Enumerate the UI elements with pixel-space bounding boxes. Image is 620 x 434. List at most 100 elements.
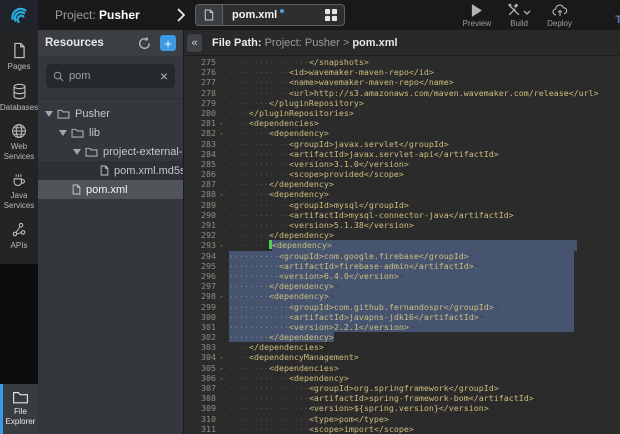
top-bar: Project: Pusher pom.xml PreviewBuildDepl… bbox=[0, 0, 620, 30]
code-line[interactable]: 286············<scope>provided</scope> bbox=[184, 169, 620, 179]
sidebar-item-pages[interactable]: Pages bbox=[0, 42, 38, 72]
tree-item-pom-xml-md5sum[interactable]: pom.xml.md5sum bbox=[38, 161, 183, 180]
tree-item-label: lib bbox=[89, 127, 100, 139]
fold-marker[interactable]: - bbox=[216, 352, 229, 362]
code-line[interactable]: 304-····<dependencyManagement> bbox=[184, 352, 620, 362]
code-line[interactable]: 300············<artifactId>javapns-jdk16… bbox=[184, 312, 620, 322]
sidebar-item-java-services[interactable]: Java Services bbox=[0, 172, 38, 210]
file-icon bbox=[72, 184, 81, 195]
code-line[interactable]: 298-········<dependency>¬ bbox=[184, 291, 620, 301]
file-path-label: File Path: bbox=[212, 37, 262, 49]
clear-search-icon[interactable]: × bbox=[160, 69, 168, 83]
code-line[interactable]: 303····</dependencies> bbox=[184, 342, 620, 352]
code-line[interactable]: 287········</dependency> bbox=[184, 179, 620, 189]
preview-button[interactable]: Preview bbox=[463, 3, 491, 28]
code-line[interactable]: 280····</pluginRepositories> bbox=[184, 108, 620, 118]
code-line[interactable]: 294··········<groupId>com.google.firebas… bbox=[184, 251, 620, 261]
code-line[interactable]: 283············<groupId>javax.servlet</g… bbox=[184, 139, 620, 149]
code-line[interactable]: 308················<artifactId>spring-fr… bbox=[184, 393, 620, 403]
code-line[interactable]: 297········</dependency>¬ bbox=[184, 281, 620, 291]
code-line[interactable]: 279········</pluginRepository> bbox=[184, 98, 620, 108]
fold-marker[interactable]: - bbox=[216, 373, 229, 383]
code-line[interactable]: 277············<name>wavemaker-maven-rep… bbox=[184, 77, 620, 87]
code-line[interactable]: 311················<scope>import</scope> bbox=[184, 424, 620, 434]
code-line[interactable]: 310················<type>pom</type> bbox=[184, 414, 620, 424]
tree-item-pusher[interactable]: Pusher bbox=[38, 104, 183, 123]
code-line[interactable]: 289············<groupId>mysql</groupId> bbox=[184, 200, 620, 210]
deploy-button[interactable]: Deploy bbox=[547, 3, 572, 28]
caret-down-icon[interactable] bbox=[59, 130, 67, 136]
code-line[interactable]: 281-····<dependencies> bbox=[184, 118, 620, 128]
code-line[interactable]: 306-············<dependency> bbox=[184, 373, 620, 383]
code-text: <dependency> bbox=[269, 291, 329, 301]
code-line[interactable]: 299············<groupId>com.github.ferna… bbox=[184, 302, 620, 312]
sidebar-item-web-services[interactable]: Web Services bbox=[0, 123, 38, 161]
code-line[interactable]: 307················<groupId>org.springfr… bbox=[184, 383, 620, 393]
indent-whitespace: ············ bbox=[229, 210, 289, 220]
tree-item-pom-xml[interactable]: pom.xml bbox=[38, 180, 183, 199]
truncated-edge-label[interactable]: T bbox=[615, 14, 620, 26]
code-line[interactable]: 309················<version>${spring.ver… bbox=[184, 403, 620, 413]
code-text: <version>5.1.38</version> bbox=[289, 220, 414, 230]
fold-marker[interactable]: - bbox=[216, 189, 229, 199]
line-number: 310 bbox=[184, 414, 216, 424]
code-line[interactable]: 291············<version>5.1.38</version> bbox=[184, 220, 620, 230]
indent-whitespace: ············ bbox=[229, 77, 289, 87]
indent-whitespace: ········ bbox=[229, 332, 269, 342]
code-text: <type>pom</type> bbox=[309, 414, 389, 424]
sidebar-item-apis[interactable]: APIs bbox=[0, 222, 38, 251]
code-line[interactable]: 282-········<dependency> bbox=[184, 128, 620, 138]
wavemaker-logo[interactable] bbox=[0, 0, 38, 30]
code-line[interactable]: 290············<artifactId>mysql-connect… bbox=[184, 210, 620, 220]
tree-item-lib[interactable]: lib bbox=[38, 123, 183, 142]
line-number: 309 bbox=[184, 403, 216, 413]
code-line[interactable]: 296··········<version>6.4.0</version>¬ bbox=[184, 271, 620, 281]
code-line[interactable]: 301············<version>2.2.1</version>¬ bbox=[184, 322, 620, 332]
tree-item-label: Pusher bbox=[75, 108, 110, 120]
build-menu-chevron-down-icon[interactable] bbox=[523, 8, 531, 17]
code-text: </dependency> bbox=[269, 179, 334, 189]
code-line[interactable]: 293-········<dependency>¬ bbox=[184, 240, 620, 250]
caret-down-icon[interactable] bbox=[45, 111, 53, 117]
code-line[interactable]: 278············<url>http://s3.amazonaws.… bbox=[184, 88, 620, 98]
sidebar-item-databases[interactable]: Databases bbox=[0, 83, 38, 113]
grid-view-button[interactable] bbox=[325, 9, 337, 21]
line-number: 299 bbox=[184, 302, 216, 312]
line-number: 286 bbox=[184, 169, 216, 179]
build-button[interactable]: Build bbox=[507, 3, 531, 28]
code-line[interactable]: 276············<id>wavemaker-maven-repo<… bbox=[184, 67, 620, 77]
code-line[interactable]: 275················</snapshots> bbox=[184, 57, 620, 67]
tab-pom-xml[interactable]: pom.xml bbox=[195, 4, 345, 26]
code-line[interactable]: 305-········<dependencies> bbox=[184, 363, 620, 373]
code-line[interactable]: 295··········<artifactId>firebase-admin<… bbox=[184, 261, 620, 271]
code-line[interactable]: 285············<version>3.1.0</version> bbox=[184, 159, 620, 169]
fold-marker[interactable]: - bbox=[216, 118, 229, 128]
code-text: <artifactId>mysql-connector-java</artifa… bbox=[289, 210, 514, 220]
add-resource-button[interactable]: + bbox=[160, 35, 176, 51]
topbar-actions: Preview Build Deploy bbox=[463, 3, 572, 28]
code-line[interactable]: 292········</dependency> bbox=[184, 230, 620, 240]
fold-marker[interactable]: - bbox=[216, 363, 229, 373]
folder-icon bbox=[71, 128, 84, 138]
tree-item-project-external-depend[interactable]: project-external-depend bbox=[38, 142, 183, 161]
sidebar-item-label: APIs bbox=[11, 241, 28, 251]
code-line[interactable]: 284············<artifactId>javax.servlet… bbox=[184, 149, 620, 159]
line-number: 276 bbox=[184, 67, 216, 77]
play-icon bbox=[471, 3, 482, 17]
collapse-panel-button[interactable]: « bbox=[187, 34, 202, 52]
sidebar-item-file-explorer[interactable]: File Explorer bbox=[0, 384, 38, 434]
resources-title: Resources bbox=[45, 37, 138, 49]
code-line[interactable]: 302········</dependency> bbox=[184, 332, 620, 342]
fold-marker[interactable]: - bbox=[216, 240, 229, 250]
selection-highlight: ········<dependency>¬ bbox=[229, 291, 574, 301]
fold-marker[interactable]: - bbox=[216, 291, 229, 301]
caret-down-icon[interactable] bbox=[73, 149, 81, 155]
code-line[interactable]: 288-········<dependency> bbox=[184, 189, 620, 199]
line-number: 311 bbox=[184, 424, 216, 434]
fold-marker[interactable]: - bbox=[216, 128, 229, 138]
search-input[interactable] bbox=[69, 70, 155, 82]
file-explorer-label: File Explorer bbox=[3, 407, 38, 426]
refresh-button[interactable] bbox=[138, 37, 151, 50]
line-number: 302 bbox=[184, 332, 216, 342]
code-area[interactable]: 275················</snapshots>276······… bbox=[184, 56, 620, 434]
